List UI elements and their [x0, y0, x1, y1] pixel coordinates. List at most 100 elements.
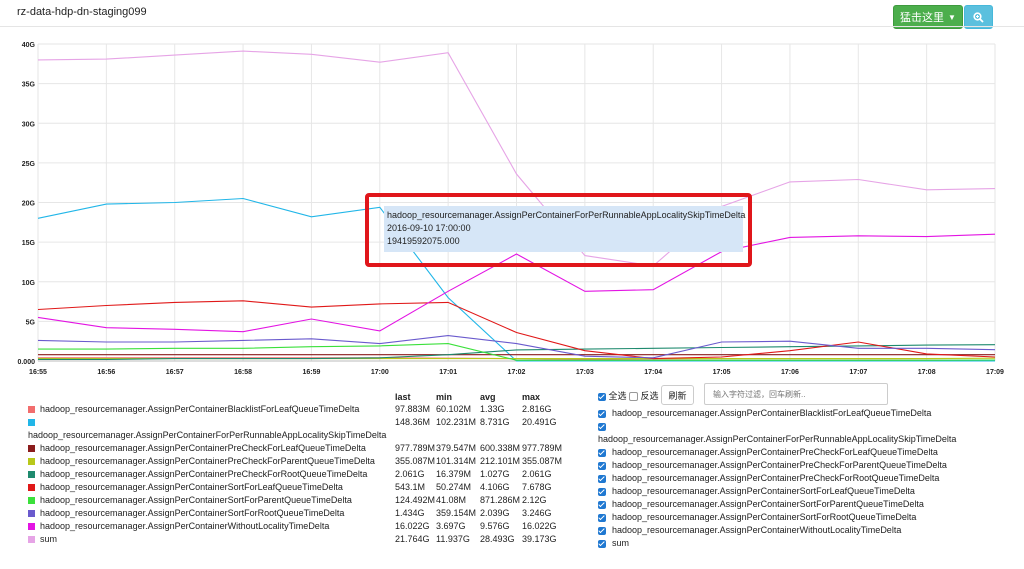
legend-value-avg: 1.33G	[480, 404, 505, 414]
legend-value-last: 21.764G	[395, 534, 430, 544]
legend-value-avg: 600.338M	[480, 443, 521, 453]
select-all-label: 全选	[608, 391, 627, 401]
invert-selection-checkbox[interactable]: 反选	[629, 389, 659, 402]
checkbox-checked-icon[interactable]	[598, 449, 606, 457]
checkbox-checked-icon[interactable]	[598, 527, 606, 535]
legend-series-name: hadoop_resourcemanager.AssignPerContaine…	[40, 521, 330, 531]
legend-series-name: hadoop_resourcemanager.AssignPerContaine…	[40, 508, 345, 518]
x-tick-label: 17:06	[781, 369, 799, 376]
legend-value-min: 379.547M	[436, 443, 477, 453]
x-tick-label: 17:01	[439, 369, 457, 376]
filter-input[interactable]	[704, 383, 888, 405]
series-color-swatch	[28, 419, 35, 426]
legend-value-min: 359.154M	[436, 508, 477, 518]
series-checkbox-label: hadoop_resourcemanager.AssignPerContaine…	[612, 499, 924, 509]
legend-value-last: 124.492M	[395, 495, 436, 505]
legend-value-min: 50.274M	[436, 482, 472, 492]
x-tick-label: 17:09	[986, 369, 1004, 376]
legend-value-avg: 871.286M	[480, 495, 521, 505]
legend-value-last: 543.1M	[395, 482, 426, 492]
x-tick-label: 17:08	[918, 369, 936, 376]
highlight-annotation-box	[365, 193, 752, 267]
checkbox-checked-icon[interactable]	[598, 514, 606, 522]
checkbox-checked-icon[interactable]	[598, 540, 606, 548]
legend-header-last: last	[395, 392, 411, 402]
checkbox-checked-icon[interactable]	[598, 410, 606, 418]
legend-value-last: 97.883M	[395, 404, 431, 414]
invert-label: 反选	[640, 391, 659, 401]
legend-value-min: 16.379M	[436, 469, 472, 479]
checkbox-checked-icon	[598, 392, 606, 401]
checkbox-checked-icon[interactable]	[598, 488, 606, 496]
x-tick-label: 17:00	[371, 369, 389, 376]
legend-value-max: 355.087M	[522, 456, 563, 466]
legend-value-last: 2.061G	[395, 469, 425, 479]
y-tick-label: 30G	[22, 121, 36, 128]
legend-value-min: 3.697G	[436, 521, 466, 531]
series-color-swatch	[28, 523, 35, 530]
x-tick-label: 16:56	[97, 369, 115, 376]
legend-value-max: 16.022G	[522, 521, 557, 531]
legend-value-avg: 212.101M	[480, 456, 521, 466]
legend-value-min: 60.102M	[436, 404, 472, 414]
legend-value-last: 977.789M	[395, 443, 436, 453]
x-tick-label: 17:02	[508, 369, 526, 376]
legend-value-min: 41.08M	[436, 495, 467, 505]
legend-value-avg: 1.027G	[480, 469, 510, 479]
legend-value-last: 355.087M	[395, 456, 436, 466]
y-tick-label: 40G	[22, 42, 36, 49]
legend-series-name: hadoop_resourcemanager.AssignPerContaine…	[40, 469, 368, 479]
zoom-in-icon	[973, 11, 984, 23]
series-checkbox-label: hadoop_resourcemanager.AssignPerContaine…	[612, 460, 947, 470]
series-checkbox-label: hadoop_resourcemanager.AssignPerContaine…	[612, 512, 917, 522]
legend-value-max: 977.789M	[522, 443, 563, 453]
legend-value-last: 1.434G	[395, 508, 425, 518]
checkbox-checked-icon[interactable]	[598, 462, 606, 470]
top-bar: rz-data-hdp-dn-staging099 猛击这里 ▼	[0, 0, 1024, 29]
x-tick-label: 17:04	[644, 369, 662, 376]
series-color-swatch	[28, 510, 35, 517]
action-button-label: 猛击这里	[900, 12, 945, 24]
legend-series-name: hadoop_resourcemanager.AssignPerContaine…	[40, 482, 343, 492]
series-color-swatch	[28, 536, 35, 543]
legend-value-min: 11.937G	[436, 534, 470, 544]
series-color-swatch	[28, 406, 35, 413]
legend-value-max: 39.173G	[522, 534, 557, 544]
x-tick-label: 16:55	[29, 369, 47, 376]
x-tick-label: 17:07	[849, 369, 867, 376]
checkbox-checked-icon[interactable]	[598, 501, 606, 509]
legend-series-name: hadoop_resourcemanager.AssignPerContaine…	[28, 430, 387, 440]
y-tick-label: 10G	[22, 280, 36, 287]
legend-value-avg: 4.106G	[480, 482, 510, 492]
legend-value-max: 3.246G	[522, 508, 552, 518]
series-checkbox-label: sum	[612, 538, 630, 548]
y-tick-label: 0.000	[17, 359, 35, 366]
checkbox-checked-icon[interactable]	[598, 423, 606, 431]
legend-value-last: 148.36M	[395, 417, 431, 427]
header-divider	[0, 26, 1024, 27]
legend-value-avg: 28.493G	[480, 534, 515, 544]
legend-value-min: 102.231M	[436, 417, 477, 427]
series-checkbox-label: hadoop_resourcemanager.AssignPerContaine…	[612, 525, 902, 535]
series-color-swatch	[28, 497, 35, 504]
refresh-button[interactable]: 刷新	[661, 385, 694, 405]
legend-value-min: 101.314M	[436, 456, 477, 466]
select-all-checkbox[interactable]: 全选	[598, 389, 627, 402]
legend-value-avg: 2.039G	[480, 508, 510, 518]
legend-header-avg: avg	[480, 392, 496, 402]
legend-value-max: 7.678G	[522, 482, 552, 492]
legend-value-avg: 9.576G	[480, 521, 510, 531]
legend-series-name: hadoop_resourcemanager.AssignPerContaine…	[40, 456, 375, 466]
legend-value-avg: 8.731G	[480, 417, 510, 427]
series-checkbox-label: hadoop_resourcemanager.AssignPerContaine…	[612, 408, 932, 418]
legend-value-max: 2.12G	[522, 495, 547, 505]
x-tick-label: 17:03	[576, 369, 594, 376]
legend-series-name: hadoop_resourcemanager.AssignPerContaine…	[40, 443, 366, 453]
series-controls: 全选 反选 刷新	[598, 383, 898, 407]
y-tick-label: 5G	[26, 319, 36, 326]
checkbox-checked-icon[interactable]	[598, 475, 606, 483]
series-color-swatch	[28, 484, 35, 491]
series-checkbox-label: hadoop_resourcemanager.AssignPerContaine…	[612, 473, 940, 483]
legend-series-name: sum	[40, 534, 58, 544]
caret-down-icon: ▼	[948, 12, 956, 22]
